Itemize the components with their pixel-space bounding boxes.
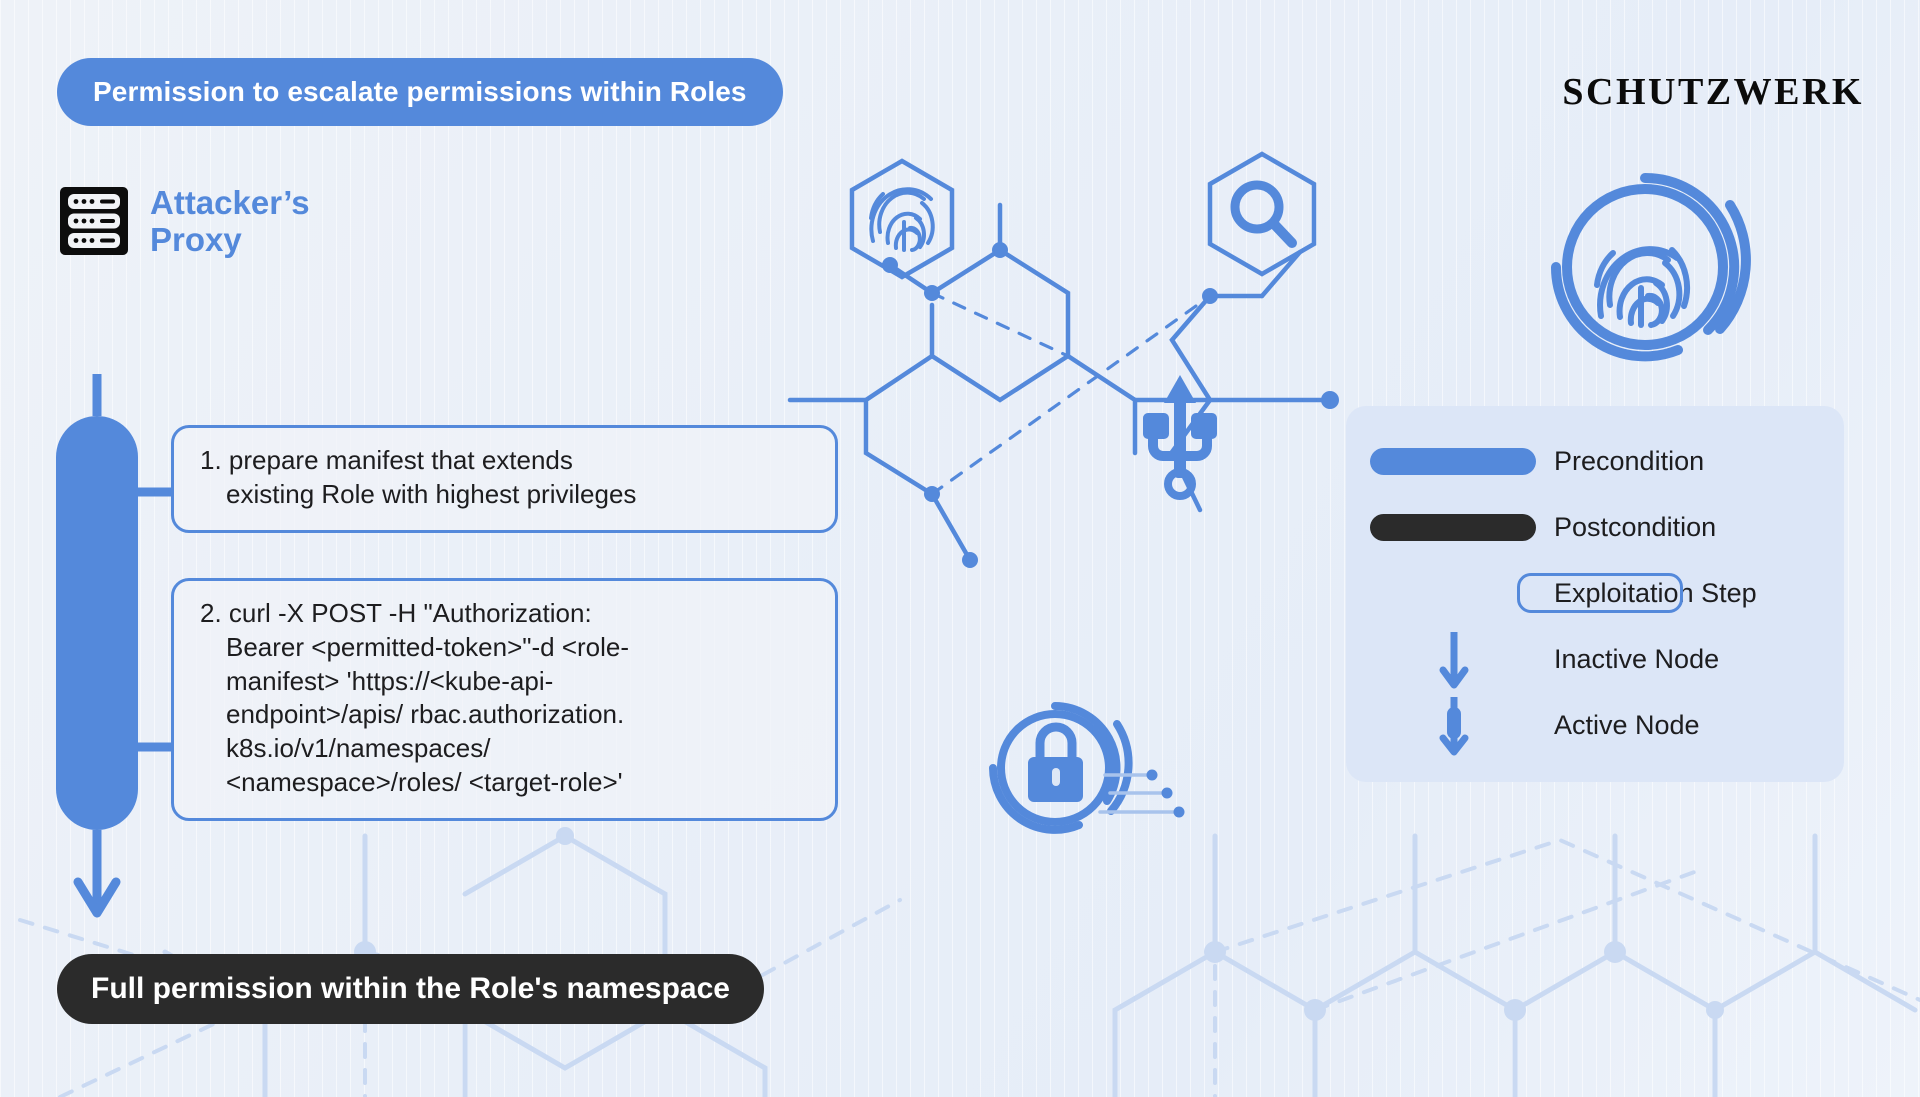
- step-1-text: 1. prepare manifest that extends existin…: [200, 445, 637, 509]
- diagram-title-pill: Permission to escalate permissions withi…: [57, 58, 783, 126]
- step-2-text: 2. curl -X POST -H "Authorization: Beare…: [200, 598, 630, 797]
- legend-item-precondition: Precondition: [1370, 428, 1820, 494]
- legend-key-inactive-node: [1370, 628, 1538, 690]
- page-title: Permission to escalate permissions withi…: [93, 76, 747, 107]
- swatch-filled-black: [1370, 513, 1536, 541]
- magnifier-hexagon-icon: [1207, 151, 1317, 277]
- exploitation-step-1[interactable]: 1. prepare manifest that extends existin…: [171, 425, 838, 533]
- legend-item-active-node: Active Node: [1370, 692, 1820, 758]
- arrow-capsule-icon: [1439, 697, 1469, 756]
- legend-panel: Precondition Postcondition Exploitation …: [1346, 406, 1844, 782]
- exploitation-step-2[interactable]: 2. curl -X POST -H "Authorization: Beare…: [171, 578, 838, 821]
- legend-label-inactive-node: Inactive Node: [1554, 643, 1720, 674]
- server-rack-icon: [60, 187, 128, 255]
- actor-block: Attacker’s Proxy: [58, 184, 390, 259]
- arrow-thin-icon: [1439, 632, 1469, 689]
- swatch-filled-blue: [1370, 447, 1536, 475]
- postcondition-banner: Full permission within the Role's namesp…: [57, 954, 764, 1024]
- legend-label-active-node: Active Node: [1554, 709, 1700, 740]
- infographic-canvas: Permission to escalate permissions withi…: [0, 0, 1920, 1097]
- legend-label-precondition: Precondition: [1554, 445, 1705, 476]
- legend-item-exploitation-step: Exploitation Step: [1370, 560, 1820, 626]
- legend-item-postcondition: Postcondition: [1370, 494, 1820, 560]
- legend-key-postcondition: [1370, 513, 1538, 541]
- postcondition-text: Full permission within the Role's namesp…: [91, 972, 730, 1005]
- legend-item-inactive-node: Inactive Node: [1370, 626, 1820, 692]
- brand-logo: SCHUTZWERK: [1562, 71, 1864, 113]
- swatch-outline-blue: [1517, 573, 1683, 613]
- actor-label: Attacker’s Proxy: [150, 184, 310, 258]
- legend-label-postcondition: Postcondition: [1554, 511, 1717, 542]
- fingerprint-circle-icon: [1550, 172, 1751, 362]
- padlock-circuit-icon: [989, 702, 1185, 834]
- usb-icon: [1143, 375, 1217, 500]
- legend-key-active-node: [1370, 694, 1538, 756]
- legend-key-precondition: [1370, 447, 1538, 475]
- fingerprint-hexagon-icon: [849, 158, 955, 280]
